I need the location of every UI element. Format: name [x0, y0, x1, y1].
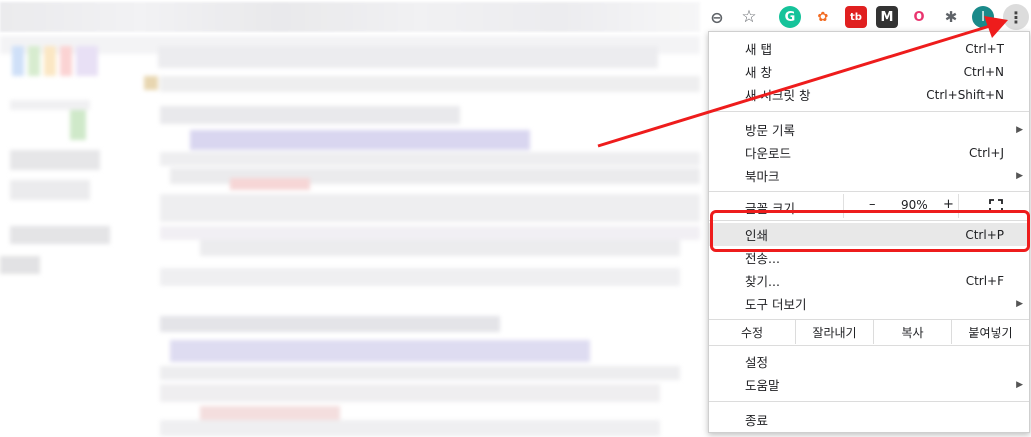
menu-separator — [709, 401, 1029, 402]
mail-glyph: M — [880, 9, 894, 25]
menu-item-new-incognito-window[interactable]: 새 시크릿 창 Ctrl+Shift+N — [709, 83, 1029, 106]
profile-avatar-icon[interactable]: I — [972, 6, 994, 28]
menu-item-help[interactable]: 도움말 ▶ — [709, 373, 1029, 396]
menu-item-shortcut: Ctrl+N — [963, 64, 1004, 79]
puzzle-glyph: ✱ — [944, 8, 958, 26]
menu-item-label: 다운로드 — [745, 146, 792, 161]
submenu-arrow-icon: ▶ — [1016, 124, 1023, 135]
zoom-out-glyph: ⊖ — [710, 7, 724, 27]
grammarly-glyph: G — [784, 9, 796, 25]
menu-item-new-window[interactable]: 새 창 Ctrl+N — [709, 60, 1029, 83]
menu-item-new-tab[interactable]: 새 탭 Ctrl+T — [709, 37, 1029, 60]
menu-item-shortcut: Ctrl+Shift+N — [926, 87, 1004, 102]
menu-item-more-tools[interactable]: 도구 더보기 ▶ — [709, 292, 1029, 315]
menu-item-label: 새 시크릿 창 — [745, 88, 811, 103]
menu-item-label: 설정 — [745, 355, 769, 370]
menu-item-settings[interactable]: 설정 — [709, 350, 1029, 373]
profile-glyph: I — [981, 9, 985, 25]
menu-item-label: 종료 — [745, 413, 769, 428]
menu-item-label: 새 창 — [745, 65, 772, 80]
tb-glyph: tb — [850, 11, 862, 23]
tb-extension-icon[interactable]: tb — [845, 6, 867, 28]
puzzle-extensions-icon[interactable]: ✱ — [940, 6, 962, 28]
bookmark-star-icon[interactable]: ☆ — [738, 6, 760, 28]
paste-button[interactable]: 붙여넣기 — [951, 320, 1029, 344]
bookmark-star-glyph: ☆ — [741, 7, 757, 27]
submenu-arrow-icon: ▶ — [1016, 379, 1023, 390]
menu-item-shortcut: Ctrl+T — [965, 41, 1004, 56]
edit-row: 수정 잘라내기 복사 붙여넣기 — [709, 320, 1029, 344]
menu-item-label: 새 탭 — [745, 42, 772, 57]
menu-item-label: 방문 기록 — [745, 123, 795, 138]
menu-item-label: 도구 더보기 — [745, 297, 807, 312]
menu-item-shortcut: Ctrl+J — [969, 145, 1004, 160]
menu-item-bookmarks[interactable]: 북마크 ▶ — [709, 164, 1029, 187]
menu-item-exit[interactable]: 종료 — [709, 408, 1029, 431]
submenu-arrow-icon: ▶ — [1016, 170, 1023, 181]
menu-item-find[interactable]: 찾기... Ctrl+F — [709, 269, 1029, 292]
more-menu-button[interactable]: ⋮ — [1003, 4, 1029, 30]
submenu-arrow-icon: ▶ — [1016, 298, 1023, 309]
menu-item-label: 북마크 — [745, 169, 780, 184]
menu-item-history[interactable]: 방문 기록 ▶ — [709, 118, 1029, 141]
browser-toolbar: ⊖ ☆ G ✿ tb M O ✱ I ⋮ — [0, 0, 1031, 34]
menu-separator — [709, 191, 1029, 192]
zoom-out-icon[interactable]: ⊖ — [706, 6, 728, 28]
annotation-highlight-box — [710, 210, 1030, 252]
cut-button[interactable]: 잘라내기 — [795, 320, 873, 344]
menu-item-label: 찾기... — [745, 274, 780, 289]
menu-separator — [709, 345, 1029, 346]
honey-glyph: ✿ — [817, 9, 829, 25]
menu-item-downloads[interactable]: 다운로드 Ctrl+J — [709, 141, 1029, 164]
honey-extension-icon[interactable]: ✿ — [812, 6, 834, 28]
blurred-address-bar — [0, 2, 700, 32]
grammarly-extension-icon[interactable]: G — [779, 6, 801, 28]
copy-button[interactable]: 복사 — [873, 320, 951, 344]
menu-item-shortcut: Ctrl+F — [965, 273, 1004, 288]
color-ring-glyph: O — [913, 9, 925, 25]
edit-label: 수정 — [740, 325, 764, 340]
mail-extension-icon[interactable]: M — [876, 6, 898, 28]
more-menu-icon: ⋮ — [1008, 7, 1024, 27]
menu-item-label: 도움말 — [745, 378, 780, 393]
menu-separator — [709, 111, 1029, 112]
color-ring-extension-icon[interactable]: O — [908, 6, 930, 28]
